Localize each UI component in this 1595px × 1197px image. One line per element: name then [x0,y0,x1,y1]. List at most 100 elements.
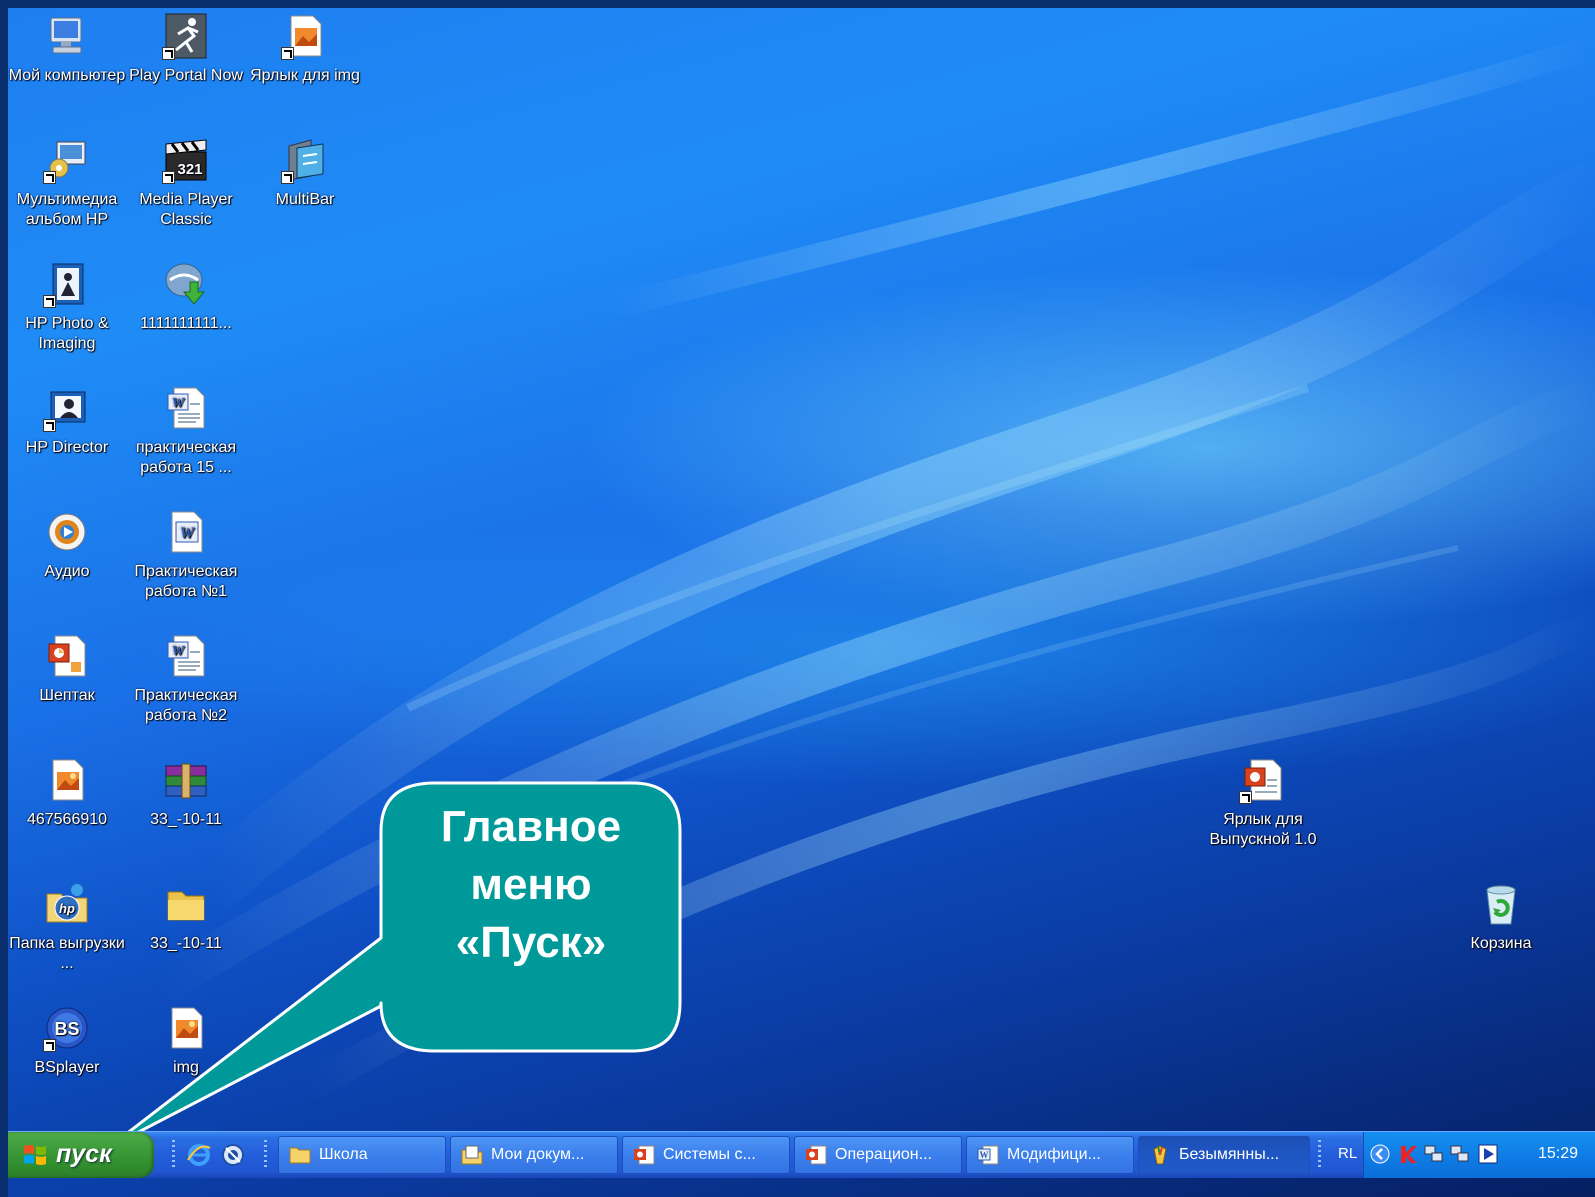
desktop-icon-hp-director[interactable]: HP Director [8,384,126,458]
taskbar-button-label: Мои докум... [491,1146,585,1163]
callout-line-2: меню [470,860,592,909]
desktop-icon-img-shortcut[interactable]: Ярлык для img [246,12,364,86]
icon-label: MultiBar [275,191,335,208]
ie-icon[interactable] [186,1142,212,1168]
taskbar-button-my-documents[interactable]: Мои докум... [450,1136,618,1174]
callout-line-3: «Пуск» [455,918,607,967]
kaspersky-icon[interactable] [1398,1144,1418,1164]
desktop-icon-media-player-classic[interactable]: 321 Media Player Classic [127,136,245,230]
taskbar-grip[interactable] [1318,1140,1321,1170]
computer-icon [50,17,82,54]
icon-label: Практическая работа №2 [134,687,238,724]
svg-text:hp: hp [59,901,75,916]
desktop-icon-download[interactable]: 1111111111... [127,260,245,334]
folder-icon [167,891,205,921]
icon-label: Ярлык для img [250,67,360,84]
image-file-icon [171,1007,203,1049]
recycle-bin-icon [1486,885,1516,925]
documents-icon [461,1145,483,1165]
taskbar-button-label: Безымянны... [1179,1146,1280,1163]
callout-text: Главное меню «Пуск» [381,798,681,972]
taskbar-button-school[interactable]: Школа [278,1136,446,1174]
network-icon[interactable] [1424,1144,1444,1164]
desktop-icon-hp-photo[interactable]: HP Photo & Imaging [8,260,126,354]
desktop-icon-my-computer[interactable]: Мой компьютер [8,12,126,86]
desktop[interactable]: Мой компьютер Мультимедиа альбом HP HP P… [8,8,1595,1197]
taskbar-button-label: Операцион... [835,1146,932,1163]
folder-icon [289,1147,311,1164]
desktop-icon-graduation-shortcut[interactable]: Ярлык для Выпускной 1.0 [1204,756,1322,850]
paint-icon [1153,1145,1167,1165]
desktop-icon-bsplayer[interactable]: BS BSplayer [8,1004,126,1078]
desktop-icon-practical-1[interactable]: W Практическая работа №1 [127,508,245,602]
network-icon-2[interactable] [1450,1144,1470,1164]
icon-label: Ярлык для Выпускной 1.0 [1209,811,1317,848]
taskbar-grip[interactable] [264,1140,267,1170]
svg-text:W: W [172,396,186,411]
desktop-icon-folder-33[interactable]: 33_-10-11 [127,880,245,954]
taskbar-button-modification[interactable]: W Модифици... [966,1136,1134,1174]
desktop-icon-multibar[interactable]: MultiBar [246,136,364,210]
media-play-icon[interactable] [1478,1144,1498,1164]
word-doc-icon: W [171,511,203,553]
desktop-icon-hp-album[interactable]: Мультимедиа альбом HP [8,136,126,230]
icon-label: Папка выгрузки ... [9,935,125,972]
icon-label: Практическая работа №1 [134,563,238,600]
desktop-icon-archive-33[interactable]: 33_-10-11 [127,756,245,830]
svg-text:W: W [980,1150,989,1160]
powerpoint-icon [634,1145,655,1165]
clock[interactable]: 15:29 [1538,1145,1578,1163]
tray-chevron-icon[interactable] [1370,1144,1390,1164]
windows-logo-icon [24,1145,46,1165]
system-tray: RL 15:29 [1338,1132,1595,1178]
callout-line-1: Главное [440,802,622,851]
icon-label: HP Photo & Imaging [25,315,109,352]
media-disc-icon [48,513,86,551]
svg-text:321: 321 [177,161,202,178]
image-file-icon [52,759,84,801]
word-doc-icon: W [977,1145,999,1165]
taskbar-button-untitled-paint[interactable]: Безымянны... [1138,1136,1310,1174]
desktop-icon-upload-folder[interactable]: hp Папка выгрузки ... [8,880,126,974]
desktop-icon-play-portal[interactable]: Play Portal Now [127,12,245,86]
svg-text:BS: BS [54,1019,79,1039]
icon-label: 1111111111... [140,315,232,332]
desktop-icon-467566910[interactable]: 467566910 [8,756,126,830]
desktop-icon-recycle-bin[interactable]: Корзина [1442,880,1560,954]
browser-icon[interactable] [220,1142,246,1168]
icon-label: Play Portal Now [129,67,243,84]
icon-label: 33_-10-11 [150,935,222,952]
taskbar-button-label: Модифици... [1007,1146,1101,1163]
icon-label: BSplayer [34,1059,100,1076]
word-doc-icon: W [167,387,205,429]
icon-label: 33_-10-11 [150,811,222,828]
icon-label: Аудио [44,563,90,580]
desktop-icon-practical-15[interactable]: W практическая работа 15 ... [127,384,245,478]
desktop-icon-audio[interactable]: Аудио [8,508,126,582]
taskbar-grip[interactable] [172,1140,175,1170]
language-indicator[interactable]: RL [1338,1145,1357,1162]
hp-folder-icon: hp [46,884,88,923]
desktop-icon-sheptak[interactable]: Шептак [8,632,126,706]
taskbar-button-operating[interactable]: Операцион... [794,1136,962,1174]
word-doc-icon: W [167,635,205,677]
icon-label: практическая работа 15 ... [135,439,237,476]
powerpoint-icon [48,635,86,677]
icon-label: Мультимедиа альбом HP [16,191,118,228]
icon-label: img [173,1059,199,1076]
icon-label: 467566910 [26,811,108,828]
icon-label: Корзина [1470,935,1532,952]
winrar-archive-icon [165,763,207,799]
icon-label: HP Director [25,439,109,456]
taskbar-button-label: Системы с... [663,1146,756,1163]
taskbar: пуск Школа Мои докум... Системы с... Опе… [8,1131,1595,1178]
icon-label: Шептак [39,687,95,704]
icon-label: Media Player Classic [139,191,233,228]
download-icon [165,263,206,305]
desktop-icon-img[interactable]: img [127,1004,245,1078]
desktop-icon-practical-2[interactable]: W Практическая работа №2 [127,632,245,726]
taskbar-button-systems[interactable]: Системы с... [622,1136,790,1174]
taskbar-button-label: Школа [319,1146,368,1163]
icon-label: Мой компьютер [8,67,126,84]
start-button[interactable]: пуск [8,1132,154,1178]
